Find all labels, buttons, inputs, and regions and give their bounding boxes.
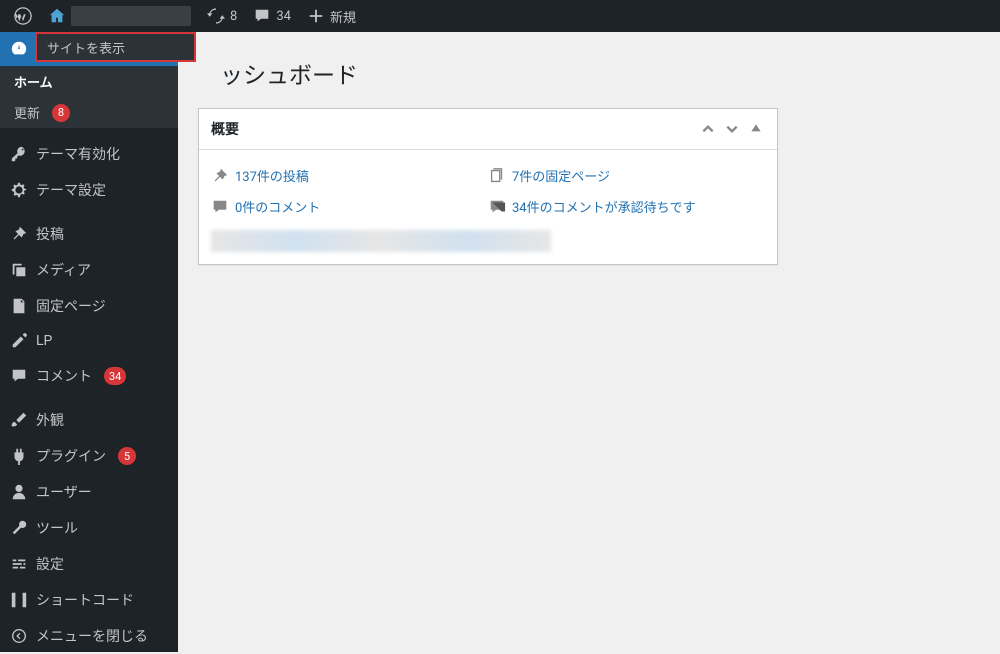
- wrench-icon: [10, 519, 28, 537]
- page-title: ッシュボード: [220, 56, 980, 90]
- toolbar-updates-count: 8: [230, 9, 237, 24]
- site-name-placeholder: [71, 6, 191, 26]
- sidebar-theme-activate[interactable]: テーマ有効化: [0, 136, 178, 172]
- gear-icon: [10, 181, 28, 199]
- blurred-version-info: [211, 230, 551, 252]
- comments-link[interactable]: 0件のコメント: [235, 197, 320, 216]
- site-home-icon[interactable]: [40, 0, 199, 32]
- plugin-icon: [10, 447, 28, 465]
- sidebar-lp[interactable]: LP: [0, 324, 178, 358]
- collapse-icon: [10, 627, 28, 645]
- pages-link[interactable]: 7件の固定ページ: [512, 166, 610, 185]
- updates-badge: 8: [52, 104, 70, 122]
- panel-body: 137件の投稿 0件のコメント 7件の固定ページ 34件のコメントが承認待ちです: [199, 150, 777, 264]
- toolbar-new-label: 新規: [330, 7, 356, 26]
- sidebar-users[interactable]: ユーザー: [0, 474, 178, 510]
- wp-logo[interactable]: [6, 0, 40, 32]
- pending-link[interactable]: 34件のコメントが承認待ちです: [512, 197, 696, 216]
- overview-panel: 概要 137件の投稿 0件のコメント: [198, 108, 778, 265]
- sidebar-tools[interactable]: ツール: [0, 510, 178, 546]
- admin-toolbar: 8 34 新規: [0, 0, 1000, 32]
- view-site-label: サイトを表示: [47, 38, 125, 57]
- sidebar-settings[interactable]: 設定: [0, 546, 178, 582]
- panel-down-icon[interactable]: [723, 120, 741, 138]
- brush-icon: [10, 411, 28, 429]
- admin-sidebar: ホーム 更新 8 テーマ有効化 テーマ設定 投稿 メディア 固定ページ LP コ…: [0, 32, 178, 652]
- stat-posts: 137件の投稿: [211, 162, 488, 193]
- toolbar-updates[interactable]: 8: [199, 0, 245, 32]
- sidebar-media[interactable]: メディア: [0, 252, 178, 288]
- comment-icon: [10, 367, 28, 385]
- posts-link[interactable]: 137件の投稿: [235, 166, 309, 185]
- sidebar-home[interactable]: ホーム: [0, 66, 178, 97]
- sidebar-plugins[interactable]: プラグイン 5: [0, 438, 178, 474]
- sidebar-collapse[interactable]: メニューを閉じる: [0, 618, 178, 654]
- sidebar-comments[interactable]: コメント 34: [0, 358, 178, 394]
- panel-toggle-icon[interactable]: [747, 120, 765, 138]
- stat-comments: 0件のコメント: [211, 193, 488, 224]
- sidebar-updates[interactable]: 更新 8: [0, 97, 178, 128]
- sidebar-shortcode[interactable]: ショートコード: [0, 582, 178, 618]
- sidebar-posts[interactable]: 投稿: [0, 216, 178, 252]
- media-icon: [10, 261, 28, 279]
- sidebar-appearance[interactable]: 外観: [0, 402, 178, 438]
- sidebar-pages[interactable]: 固定ページ: [0, 288, 178, 324]
- main-content: ッシュボード 概要 137件の投稿 0件のコメント: [178, 32, 1000, 652]
- panel-heading: 概要: [211, 119, 239, 139]
- pin-icon: [10, 225, 28, 243]
- panel-header: 概要: [199, 109, 777, 150]
- site-dropdown-view-site[interactable]: サイトを表示: [35, 32, 196, 62]
- plugins-badge: 5: [118, 447, 136, 465]
- page-icon: [10, 297, 28, 315]
- toolbar-comments[interactable]: 34: [245, 0, 299, 32]
- stat-pages: 7件の固定ページ: [488, 162, 765, 193]
- pin-icon: [211, 167, 229, 185]
- stat-pending: 34件のコメントが承認待ちです: [488, 193, 765, 224]
- pending-comment-icon: [488, 198, 506, 216]
- sliders-icon: [10, 555, 28, 573]
- bracket-icon: [10, 591, 28, 609]
- comments-badge: 34: [104, 367, 126, 385]
- edit-icon: [10, 332, 28, 350]
- comment-icon: [211, 198, 229, 216]
- sidebar-theme-settings[interactable]: テーマ設定: [0, 172, 178, 208]
- toolbar-comments-count: 34: [276, 9, 291, 24]
- panel-up-icon[interactable]: [699, 120, 717, 138]
- toolbar-new[interactable]: 新規: [299, 0, 364, 32]
- user-icon: [10, 483, 28, 501]
- pages-icon: [488, 167, 506, 185]
- key-icon: [10, 145, 28, 163]
